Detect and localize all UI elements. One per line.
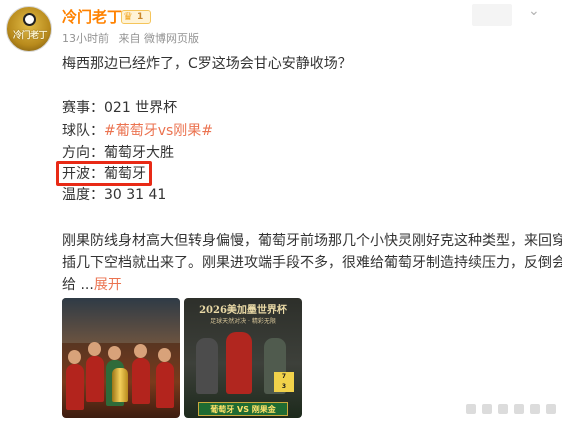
player-head [68,350,81,364]
collect-icon[interactable] [546,404,556,414]
crown-icon: ♛ [123,10,133,23]
image-2-matchup-tag: 葡萄牙 VS 刚果金 [198,402,288,416]
direction-label: 方向： [62,145,104,161]
username[interactable]: 冷门老丁 [62,8,122,26]
repost-icon[interactable] [498,404,508,414]
avatar-text: 冷门老丁 [12,31,48,41]
post-meta: 13小时前 来自 微博网页版 [62,32,205,46]
player-figure [156,362,174,408]
like-icon[interactable] [514,404,524,414]
vip-level: 1 [137,12,144,22]
direction-value: 葡萄牙大胜 [104,145,174,161]
player-head [158,348,171,362]
player-head [108,346,121,360]
vip-badge[interactable]: ♛ 1 [121,10,151,24]
info-row-teams: 球队：#葡萄牙vs刚果# [62,121,213,141]
post-intro: 梅西那边已经炸了，C罗这场会甘心安静收场？ [62,56,352,72]
para-line-1: 刚果防线身材高大但转身偏慢，葡萄牙前场那几个小快灵刚好克这种类型，来回穿 [62,233,562,249]
post-image-2[interactable]: 2026美加墨世界杯 足球天然对决 · 精彩无限 7 3 葡萄牙 VS 刚果金 [184,298,302,418]
match-label: 赛事： [62,100,104,116]
post-time[interactable]: 13小时前 [62,32,109,45]
avatar[interactable]: 冷门老丁 [6,6,52,52]
trophy-icon [112,368,128,402]
post-paragraph: 刚果防线身材高大但转身偏慢，葡萄牙前场那几个小快灵刚好克这种类型，来回穿 插几下… [62,230,562,296]
player-figure [226,332,252,394]
comment-icon[interactable] [482,404,492,414]
player-figure [196,338,218,394]
para-line-2: 插几下空档就出来了。刚果进攻端手段不多，很难给葡萄牙制造持续压力，反倒会 [62,255,562,271]
image-2-subtitle: 足球天然对决 · 精彩无限 [210,318,276,325]
image-2-title: 2026美加墨世界杯 [199,305,287,316]
follow-button[interactable] [472,4,512,26]
action-bar-placeholder [466,404,556,414]
highlight-box [56,161,152,186]
para-line-3-text: 给 ... [62,277,94,293]
para-line-3: 给 ...展开 [62,274,560,296]
expand-link[interactable]: 展开 [94,277,122,293]
player-head [88,342,101,356]
image-background [62,298,180,343]
date-bottom: 3 [281,383,287,390]
info-row-match: 赛事：021 世界杯 [62,98,177,118]
teams-hashtag-link[interactable]: #葡萄牙vs刚果# [104,123,213,139]
more-icon[interactable] [530,404,540,414]
player-figure [132,358,150,404]
teams-label: 球队： [62,123,104,139]
player-figure [86,356,104,402]
temp-value: 30 31 41 [104,187,167,203]
player-head [134,344,147,358]
soccer-ball-icon [23,13,36,26]
info-row-direction: 方向：葡萄牙大胜 [62,143,174,163]
date-top: 7 [281,373,287,380]
chevron-down-icon[interactable]: ⌄ [528,4,540,18]
weibo-post-card: 冷门老丁 冷门老丁 ♛ 1 13小时前 来自 微博网页版 ⌄ 梅西那边已经炸了，… [0,0,562,424]
match-value: 021 世界杯 [104,100,178,116]
post-image-1[interactable] [62,298,180,418]
info-row-temp: 温度：30 31 41 [62,185,166,205]
post-source: 来自 微博网页版 [118,32,200,45]
image-2-date-badge: 7 3 [274,372,294,392]
player-figure [66,364,84,410]
temp-label: 温度： [62,187,104,203]
share-icon[interactable] [466,404,476,414]
